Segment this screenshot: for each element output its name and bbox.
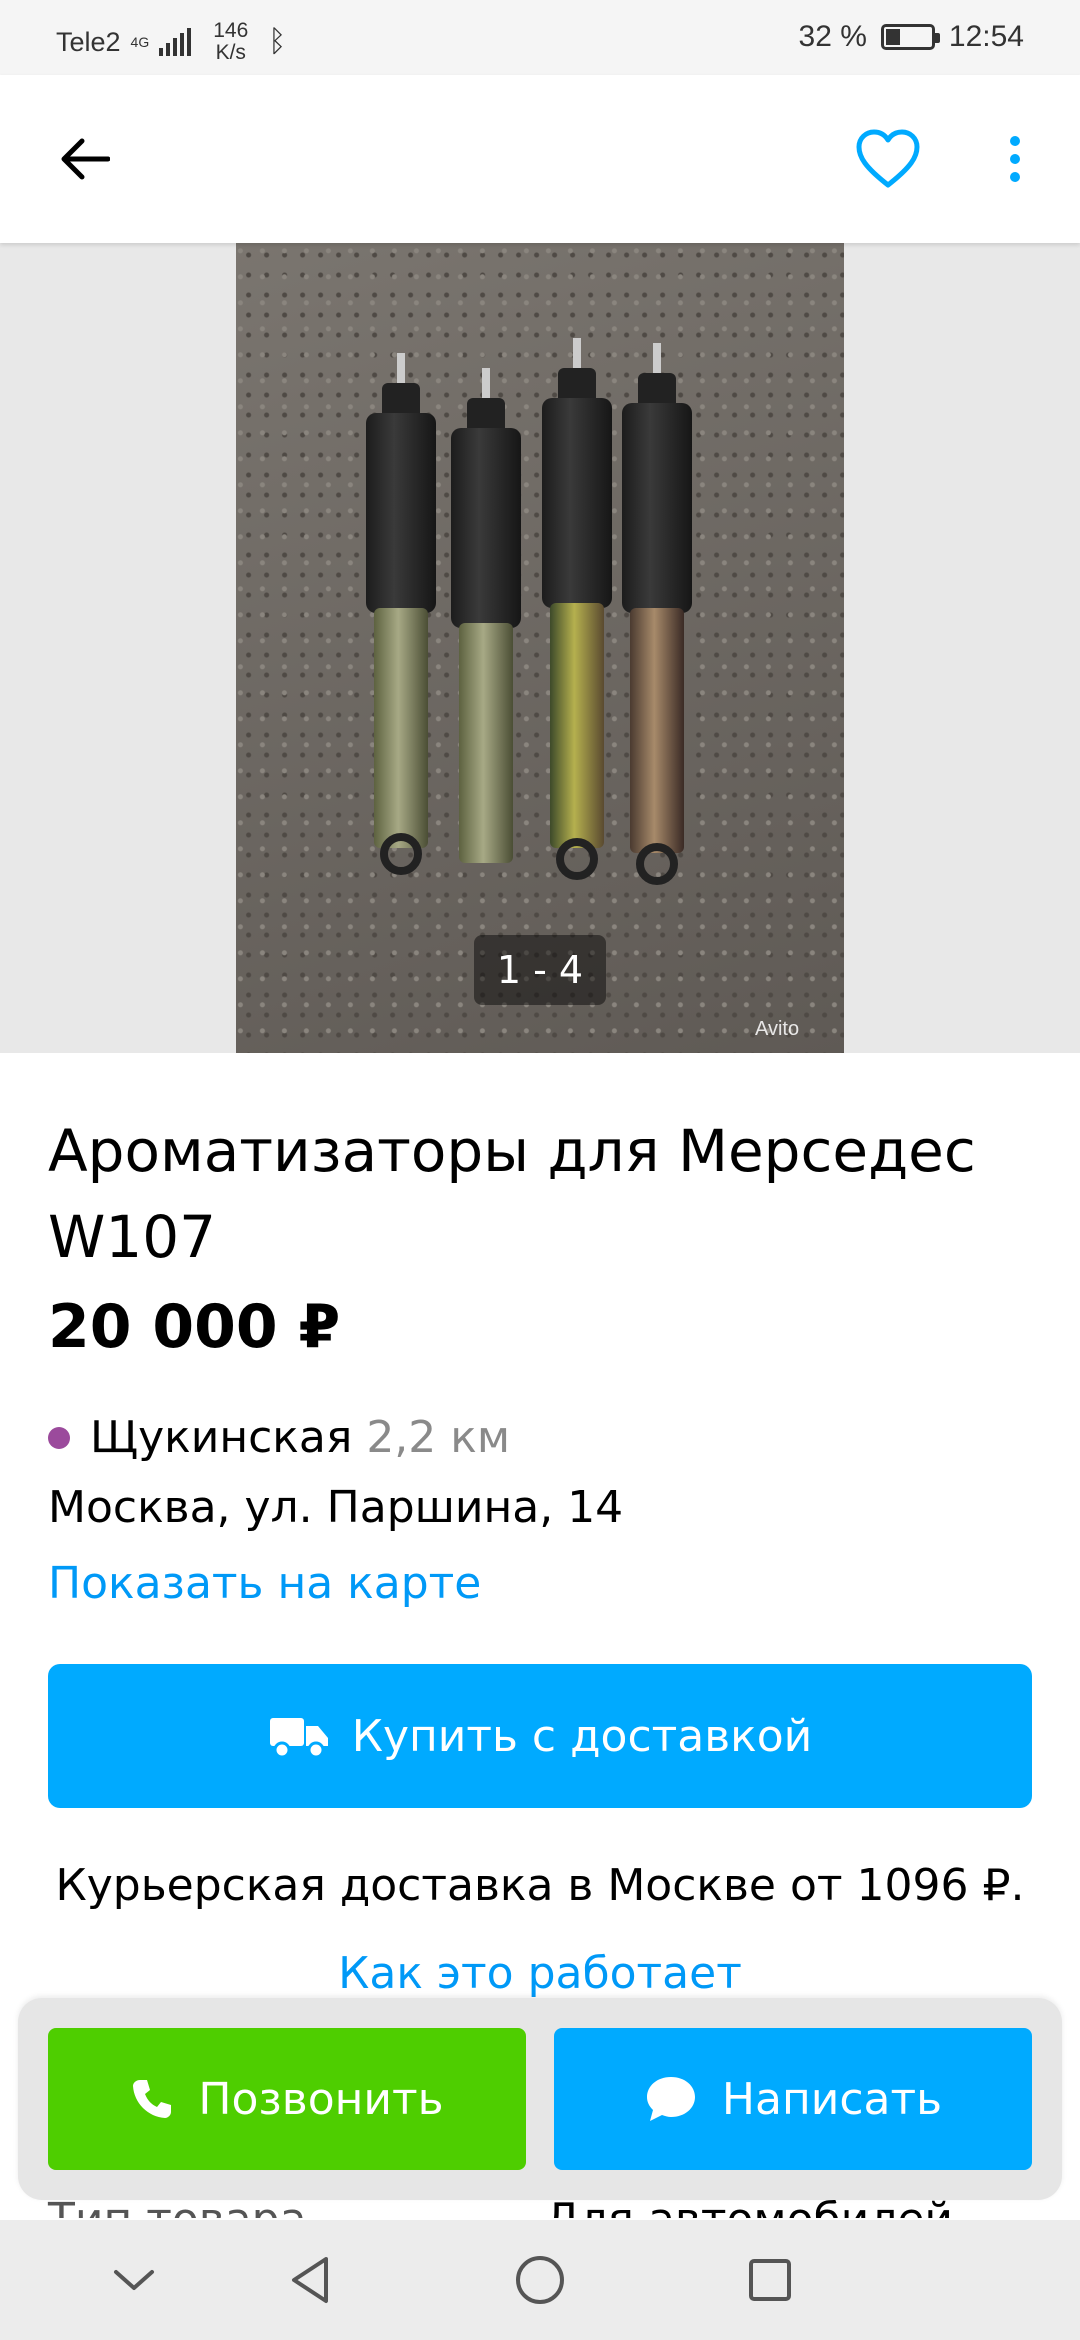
shock-absorber-image: [451, 368, 521, 928]
battery-icon: [880, 24, 940, 50]
listing-title: Ароматизаторы для Мерседес W107: [48, 1117, 976, 1271]
buy-with-delivery-button[interactable]: Купить с доставкой: [48, 1664, 1032, 1808]
network-type: 4G: [130, 34, 150, 50]
nav-back-icon[interactable]: [280, 2250, 340, 2310]
contact-action-bar: Позвонить Написать: [18, 1998, 1062, 2200]
metro-info: Щукинская 2,2 км: [48, 1412, 510, 1463]
nav-home-icon[interactable]: [510, 2250, 570, 2310]
buy-button-label: Купить с доставкой: [351, 1710, 813, 1762]
status-right: 32 % 12:54: [799, 20, 1024, 54]
how-it-works-link[interactable]: Как это работает: [0, 1948, 1080, 1999]
system-navigation-bar: [0, 2220, 1080, 2340]
photo-counter: 1 - 4: [474, 935, 606, 1005]
speed-value: 146: [213, 19, 249, 42]
nav-recents-icon[interactable]: [740, 2250, 800, 2310]
nav-collapse-icon[interactable]: [104, 2250, 164, 2310]
network-speed: 146 K/s: [213, 20, 248, 64]
listing-price: 20 000 ₽: [48, 1292, 341, 1362]
shock-absorber-image: [366, 353, 436, 913]
chat-bubble-icon: [646, 2077, 695, 2121]
back-arrow-icon: [61, 138, 110, 180]
truck-icon: [269, 1718, 328, 1758]
status-left: Tele2 4G 146 K/s ᛒ: [56, 20, 286, 64]
shock-absorber-image: [622, 343, 692, 923]
metro-line-icon: [48, 1426, 70, 1449]
battery-percent: 32 %: [798, 20, 867, 53]
speed-unit: K/s: [215, 41, 246, 64]
listing-photo[interactable]: Avito: [236, 243, 844, 1053]
heart-icon: [856, 129, 920, 188]
phone-icon: [133, 2080, 172, 2118]
metro-distance: 2,2 км: [366, 1412, 511, 1463]
write-button-label: Написать: [721, 2073, 943, 2125]
delivery-info: Курьерская доставка в Москве от 1096 ₽.: [55, 1860, 1025, 1911]
clock: 12:54: [948, 20, 1024, 53]
favorite-button[interactable]: [850, 123, 926, 195]
bluetooth-icon: ᛒ: [268, 25, 287, 58]
photo-gallery[interactable]: Avito 1 - 4: [0, 243, 1080, 1053]
call-button-label: Позвонить: [198, 2073, 444, 2125]
address: Москва, ул. Паршина, 14: [48, 1482, 624, 1533]
back-button[interactable]: [50, 125, 118, 193]
call-button[interactable]: Позвонить: [48, 2028, 526, 2170]
write-button[interactable]: Написать: [554, 2028, 1032, 2170]
shock-absorber-image: [542, 338, 612, 918]
carrier-label: Tele2: [56, 26, 121, 57]
status-bar: Tele2 4G 146 K/s ᛒ 32 % 12:54: [0, 0, 1080, 75]
top-app-bar: [0, 75, 1080, 243]
watermark-logo: Avito: [755, 1018, 800, 1040]
metro-station: Щукинская: [90, 1412, 353, 1463]
more-vertical-icon[interactable]: [1000, 123, 1030, 195]
show-on-map-link[interactable]: Показать на карте: [48, 1558, 481, 1609]
signal-icon: [159, 28, 192, 56]
